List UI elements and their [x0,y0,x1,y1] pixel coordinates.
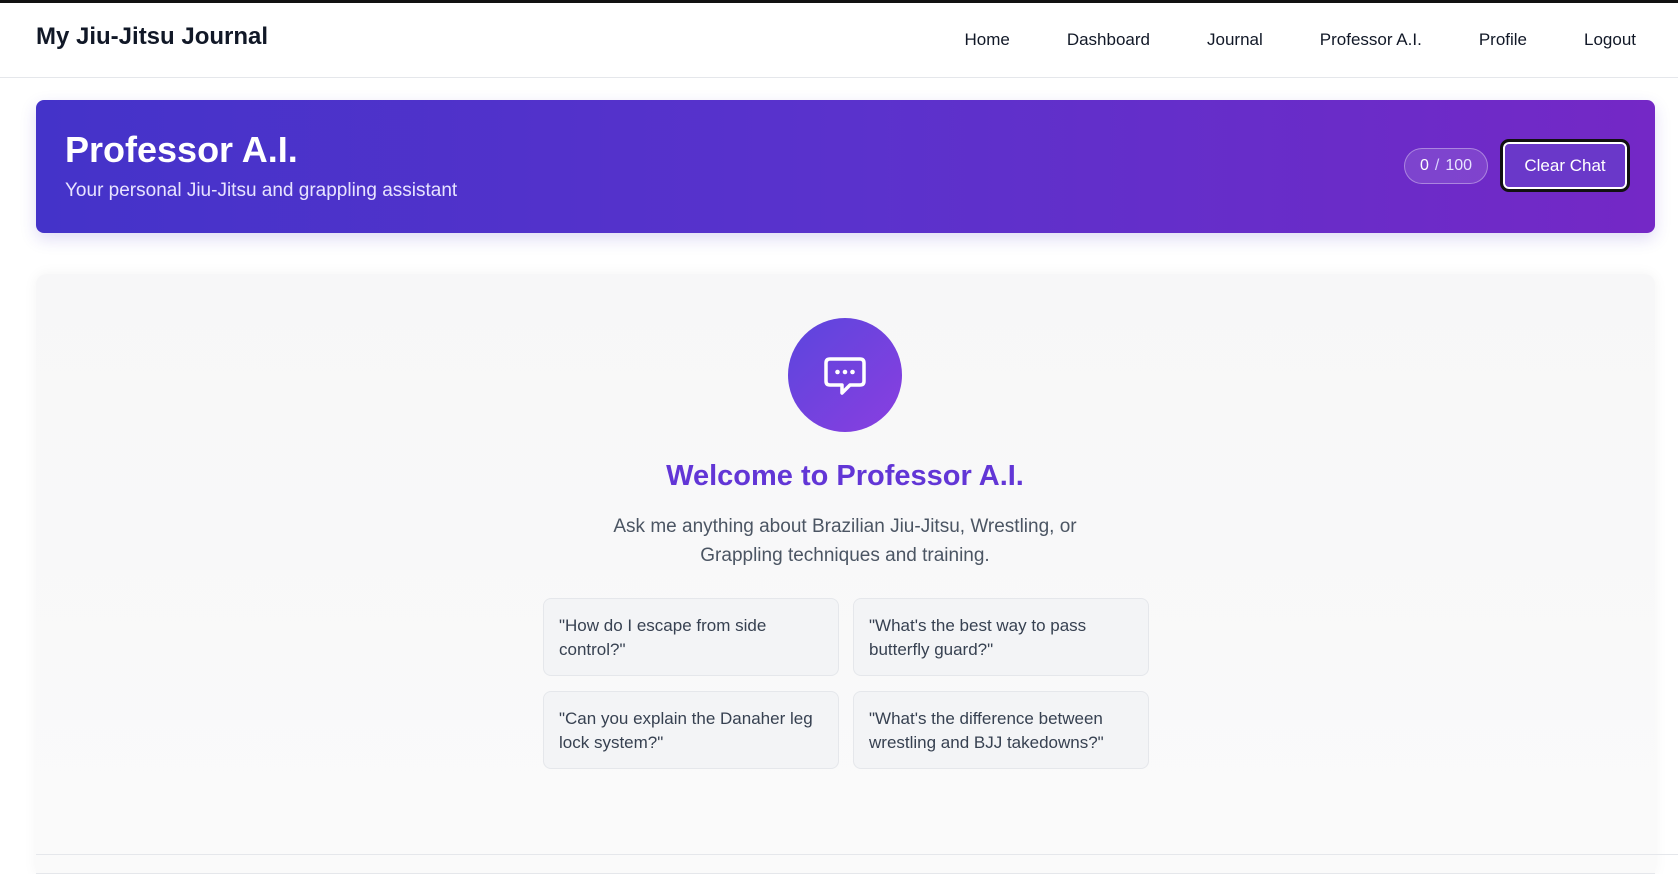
suggestion-takedown-difference[interactable]: "What's the difference between wrestling… [853,691,1149,769]
navbar: My Jiu-Jitsu Journal Home Dashboard Jour… [0,3,1678,78]
chat-bubble-icon [824,357,866,395]
nav-link-home[interactable]: Home [964,30,1009,50]
nav-link-professor-ai[interactable]: Professor A.I. [1320,30,1422,50]
suggestion-pass-butterfly-guard[interactable]: "What's the best way to pass butterfly g… [853,598,1149,676]
page-subtitle: Your personal Jiu-Jitsu and grappling as… [65,180,458,201]
welcome-title: Welcome to Professor A.I. [666,460,1024,492]
chat-panel-divider [36,854,1678,855]
nav-link-dashboard[interactable]: Dashboard [1067,30,1150,50]
clear-chat-button[interactable]: Clear Chat [1500,139,1630,192]
chat-avatar [788,318,902,432]
suggestion-side-control-escape[interactable]: "How do I escape from side control?" [543,598,839,676]
message-count-used: 0 [1419,157,1429,174]
welcome-description: Ask me anything about Brazilian Jiu-Jits… [613,516,1077,566]
message-counter: 0 / 100 [1404,148,1488,184]
message-count-limit: 100 [1445,157,1473,174]
message-count-separator: / [1434,157,1440,174]
brand-title[interactable]: My Jiu-Jitsu Journal [36,23,268,51]
nav-link-logout[interactable]: Logout [1584,30,1636,50]
suggestion-grid: "How do I escape from side control?" "Wh… [543,598,1149,769]
nav-links: Home Dashboard Journal Professor A.I. Pr… [907,30,1636,50]
page-title: Professor A.I. [65,129,298,170]
nav-link-journal[interactable]: Journal [1207,30,1263,50]
suggestion-danaher-leg-lock[interactable]: "Can you explain the Danaher leg lock sy… [543,691,839,769]
nav-link-profile[interactable]: Profile [1479,30,1527,50]
professor-header-banner: Professor A.I. Your personal Jiu-Jitsu a… [36,100,1655,233]
